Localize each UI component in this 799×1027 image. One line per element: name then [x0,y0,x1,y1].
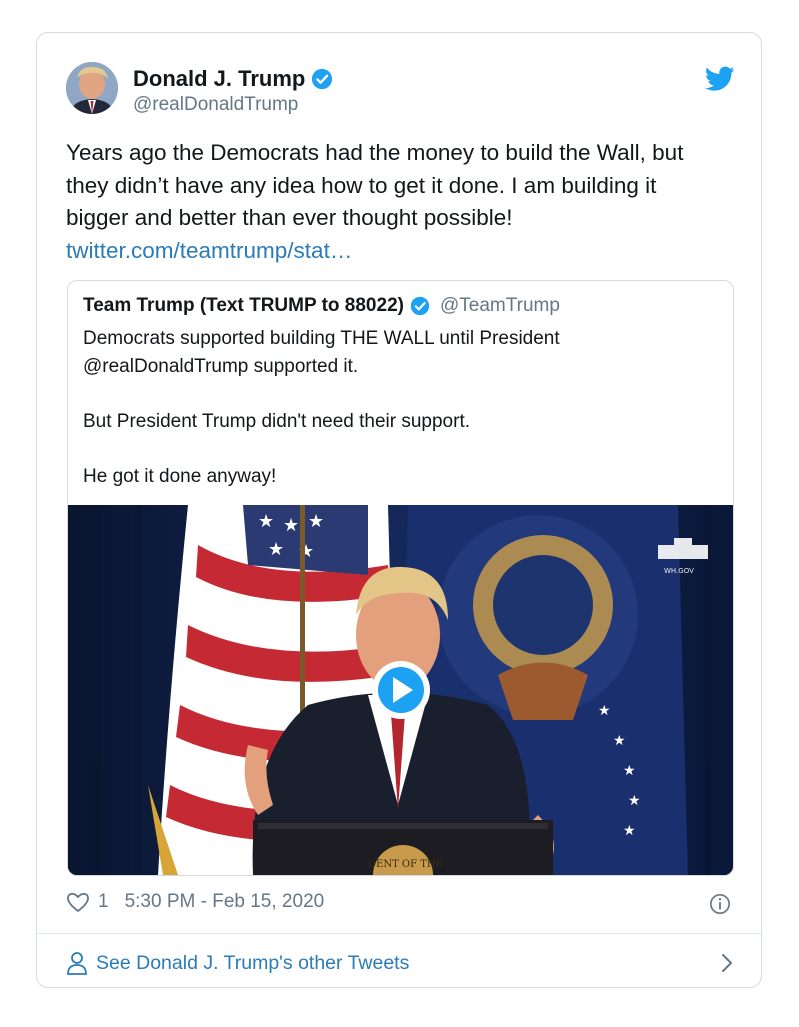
tweet-footer: 1 5:30 PM - Feb 15, 2020 [66,891,324,913]
svg-text:★: ★ [628,793,641,809]
svg-text:★: ★ [308,511,324,532]
see-other-tweets-label[interactable]: See Donald J. Trump's other Tweets [96,952,409,975]
like-count[interactable]: 1 [98,891,109,913]
divider [37,933,761,934]
author-name[interactable]: Donald J. Trump [133,66,333,92]
person-icon [67,952,87,975]
see-other-tweets-link[interactable]: See Donald J. Trump's other Tweets [66,948,736,978]
svg-text:★: ★ [268,539,284,560]
svg-text:★: ★ [598,703,611,719]
author-handle[interactable]: @realDonaldTrump [133,94,298,116]
video-thumbnail: ★ ★ ★ ★ ★ ★★★ ★★ DENT OF THE WH.GOV [68,505,733,875]
author-name-text[interactable]: Donald J. Trump [133,66,305,92]
quoted-text: Democrats supported building THE WALL un… [83,325,703,518]
watermark-text: WH.GOV [664,567,694,575]
tweet-text-line: bigger and better than ever thought poss… [66,205,513,230]
svg-text:★: ★ [613,733,626,749]
quoted-author-handle[interactable]: @TeamTrump [440,295,560,317]
quoted-paragraph: Democrats supported building THE WALL un… [83,328,560,377]
heart-icon[interactable] [66,891,90,913]
svg-text:★: ★ [623,823,636,839]
tweet-text-line: Years ago the Democrats had the money to… [66,140,684,165]
svg-text:★: ★ [623,763,636,779]
play-icon[interactable] [372,661,430,719]
quoted-tweet[interactable]: Team Trump (Text TRUMP to 88022) @TeamTr… [67,280,734,876]
tweet-link[interactable]: twitter.com/teamtrump/stat… [66,235,726,268]
twitter-bird-icon[interactable] [705,66,735,92]
chevron-right-icon[interactable] [718,952,736,974]
avatar[interactable] [66,62,118,114]
info-icon[interactable] [709,893,731,915]
svg-text:★: ★ [283,515,299,536]
quoted-header: Team Trump (Text TRUMP to 88022) @TeamTr… [83,295,560,317]
svg-text:★: ★ [258,511,274,532]
video-player[interactable]: ★ ★ ★ ★ ★ ★ ★ ★ ★ ★ DENT OF THE WH.GOV [68,505,733,875]
tweet-text-line: they didn’t have any idea how to get it … [66,172,657,198]
quoted-author-name[interactable]: Team Trump (Text TRUMP to 88022) [83,295,404,317]
verified-icon [410,296,430,316]
quoted-paragraph: He got it done anyway! [83,466,277,487]
seal-text: DENT OF THE [368,859,443,870]
verified-icon [312,68,333,90]
tweet-card: Donald J. Trump @realDonaldTrump Years a… [36,32,762,988]
tweet-text: Years ago the Democrats had the money to… [66,137,726,267]
timestamp[interactable]: 5:30 PM - Feb 15, 2020 [125,891,325,913]
quoted-paragraph: But President Trump didn't need their su… [83,411,471,432]
